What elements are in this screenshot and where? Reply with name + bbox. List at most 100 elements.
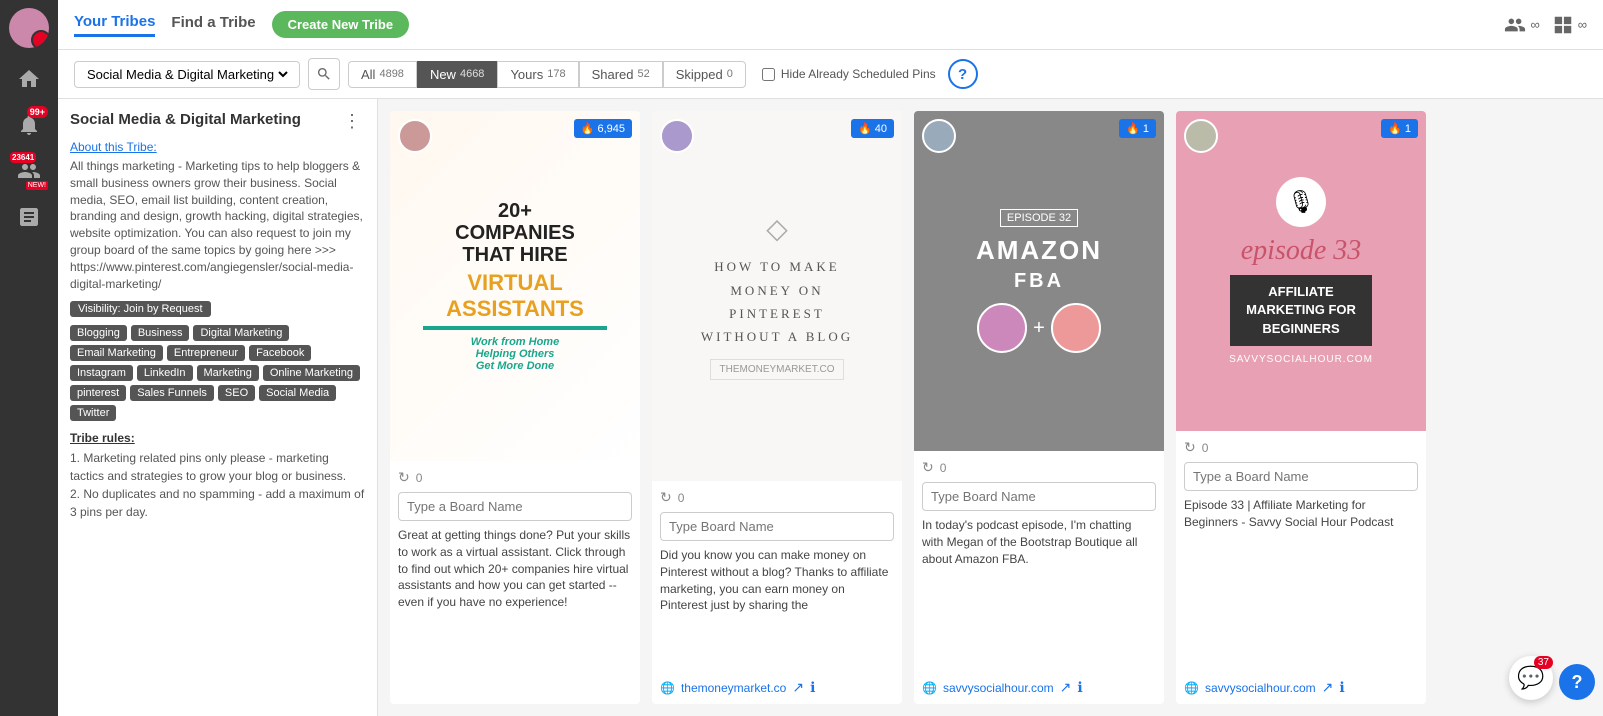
amazon-title: AMAZON [976, 235, 1102, 266]
pin-image-2: ◇ HOW TO MAKEMONEY ONPINTERESTwithout a … [652, 111, 902, 481]
nav-notifications[interactable]: 99+ [8, 104, 50, 146]
tag-instagram[interactable]: Instagram [70, 365, 133, 381]
pin-flame-badge-1: 🔥 6,945 [574, 119, 632, 138]
pin-desc-3: In today's podcast episode, I'm chatting… [922, 517, 1156, 567]
episode-number: episode 33 [1241, 235, 1362, 267]
tribe-options-button[interactable]: ⋮ [339, 111, 365, 132]
external-link-icon-3[interactable]: ↗ [1060, 679, 1072, 696]
hide-scheduled-checkbox[interactable] [762, 68, 775, 81]
filter-tabs: All 4898 New 4668 Yours 178 Shared 52 Sk… [348, 61, 746, 88]
repin-count-4: 0 [1202, 441, 1209, 455]
hide-scheduled-label[interactable]: Hide Already Scheduled Pins [762, 67, 936, 81]
flame-count-1: 6,945 [597, 123, 625, 135]
amazon-avatar-megan [977, 303, 1027, 353]
pin-card-2: ◇ HOW TO MAKEMONEY ONPINTERESTwithout a … [652, 111, 902, 704]
pin-desc-1: Great at getting things done? Put your s… [398, 527, 632, 611]
pin-domain-4[interactable]: savvysocialhour.com [1205, 681, 1316, 695]
flame-count-4: 1 [1405, 123, 1411, 135]
tribes-count-badge: 23641 [10, 152, 36, 163]
visibility-badge: Visibility: Join by Request [70, 301, 211, 317]
top-nav: Your Tribes Find a Tribe Create New Trib… [58, 0, 1603, 50]
repin-icon-1: ↻ [398, 469, 410, 486]
globe-icon-4: 🌐 [1184, 681, 1199, 695]
filter-all[interactable]: All 4898 [348, 61, 417, 88]
help-widget[interactable]: ? [1559, 664, 1595, 700]
info-icon-2[interactable]: ℹ [810, 679, 815, 696]
pin-flame-badge-4: 🔥 1 [1381, 119, 1418, 138]
create-tribe-button[interactable]: Create New Tribe [272, 11, 410, 38]
tag-linkedin[interactable]: LinkedIn [137, 365, 193, 381]
tribe-select-wrapper[interactable]: Social Media & Digital Marketing [74, 61, 300, 88]
tag-twitter[interactable]: Twitter [70, 405, 116, 421]
help-button[interactable]: ? [948, 59, 978, 89]
board-input-3[interactable] [922, 482, 1156, 511]
external-link-icon-4[interactable]: ↗ [1322, 679, 1334, 696]
pin-domain-2[interactable]: themoneymarket.co [681, 681, 786, 695]
repin-row-3: ↻ 0 [922, 459, 1156, 476]
diamond-icon: ◇ [766, 212, 788, 245]
pin-image-area-3: EPISODE 32 AMAZON FBA + 🔥 1 [914, 111, 1164, 451]
episode-badge-3: EPISODE 32 [1000, 209, 1078, 227]
filter-skipped[interactable]: Skipped 0 [663, 61, 746, 88]
tag-entrepreneur[interactable]: Entrepreneur [167, 345, 245, 361]
nav-analytics[interactable] [8, 196, 50, 238]
hide-scheduled-text: Hide Already Scheduled Pins [781, 67, 936, 81]
tag-business[interactable]: Business [131, 325, 190, 341]
tag-pinterest[interactable]: pinterest [70, 385, 126, 401]
tab-your-tribes[interactable]: Your Tribes [74, 13, 155, 37]
filter-new[interactable]: New 4668 [417, 61, 498, 88]
info-icon-3[interactable]: ℹ [1077, 679, 1082, 696]
pin-domain-row-3: 🌐 savvysocialhour.com ↗ ℹ [922, 675, 1156, 696]
tag-online-marketing[interactable]: Online Marketing [263, 365, 360, 381]
user-avatar[interactable] [9, 8, 49, 48]
tribe-about-link[interactable]: About this Tribe: [70, 140, 365, 154]
tag-social-media[interactable]: Social Media [259, 385, 336, 401]
pin-author-avatar-3 [922, 119, 956, 153]
body-layout: Social Media & Digital Marketing ⋮ About… [58, 99, 1603, 716]
pin-domain-3[interactable]: savvysocialhour.com [943, 681, 1054, 695]
tab-find-tribe[interactable]: Find a Tribe [171, 14, 255, 35]
nav-tribes[interactable]: 23641 NEW! [8, 150, 50, 192]
board-input-4[interactable] [1184, 462, 1418, 491]
board-input-1[interactable] [398, 492, 632, 521]
board-input-2[interactable] [660, 512, 894, 541]
tribe-rules-text: 1. Marketing related pins only please - … [70, 449, 365, 521]
repin-icon-4: ↻ [1184, 439, 1196, 456]
tag-sales-funnels[interactable]: Sales Funnels [130, 385, 214, 401]
repin-count-1: 0 [416, 471, 423, 485]
tag-email-marketing[interactable]: Email Marketing [70, 345, 163, 361]
search-button[interactable] [308, 58, 340, 90]
new-badge: NEW! [26, 181, 48, 190]
tag-marketing[interactable]: Marketing [197, 365, 259, 381]
episode-title: AFFILIATEMARKETING FORBEGINNERS [1230, 275, 1372, 346]
tribe-rules-title: Tribe rules: [70, 431, 365, 445]
nav-home[interactable] [8, 58, 50, 100]
pin-card-4: 🎙 episode 33 AFFILIATEMARKETING FORBEGIN… [1176, 111, 1426, 704]
repin-icon-2: ↻ [660, 489, 672, 506]
pin-bottom-3: ↻ 0 In today's podcast episode, I'm chat… [914, 451, 1164, 704]
tag-facebook[interactable]: Facebook [249, 345, 311, 361]
pin-author-avatar-2 [660, 119, 694, 153]
tribe-panel: Social Media & Digital Marketing ⋮ About… [58, 99, 378, 716]
info-icon-4[interactable]: ℹ [1339, 679, 1344, 696]
pin-author-avatar-1 [398, 119, 432, 153]
pin-desc-4: Episode 33 | Affiliate Marketing for Beg… [1184, 497, 1418, 531]
tag-digital-marketing[interactable]: Digital Marketing [193, 325, 289, 341]
tribe-select[interactable]: Social Media & Digital Marketing [83, 66, 291, 83]
globe-icon-3: 🌐 [922, 681, 937, 695]
tag-blogging[interactable]: Blogging [70, 325, 127, 341]
chat-widget[interactable]: 💬 37 [1509, 656, 1553, 700]
pin-image-text-2: HOW TO MAKEMONEY ONPINTERESTwithout a Bl… [701, 255, 853, 349]
pin-card-3: EPISODE 32 AMAZON FBA + 🔥 1 [914, 111, 1164, 704]
filter-shared[interactable]: Shared 52 [579, 61, 663, 88]
pin-image-3: EPISODE 32 AMAZON FBA + [914, 111, 1164, 451]
pin-image-footer-2: THEMONEYMARKET.CO [710, 359, 843, 380]
amazon-avatar-jenny [1051, 303, 1101, 353]
pin-desc-2: Did you know you can make money on Pinte… [660, 547, 894, 614]
filter-yours[interactable]: Yours 178 [497, 61, 578, 88]
tag-seo[interactable]: SEO [218, 385, 255, 401]
top-right-icons: ∞ ∞ [1504, 14, 1587, 36]
tribe-member-count: ∞ [1530, 17, 1539, 32]
mic-icon-circle: 🎙 [1276, 177, 1326, 227]
external-link-icon-2[interactable]: ↗ [792, 679, 804, 696]
